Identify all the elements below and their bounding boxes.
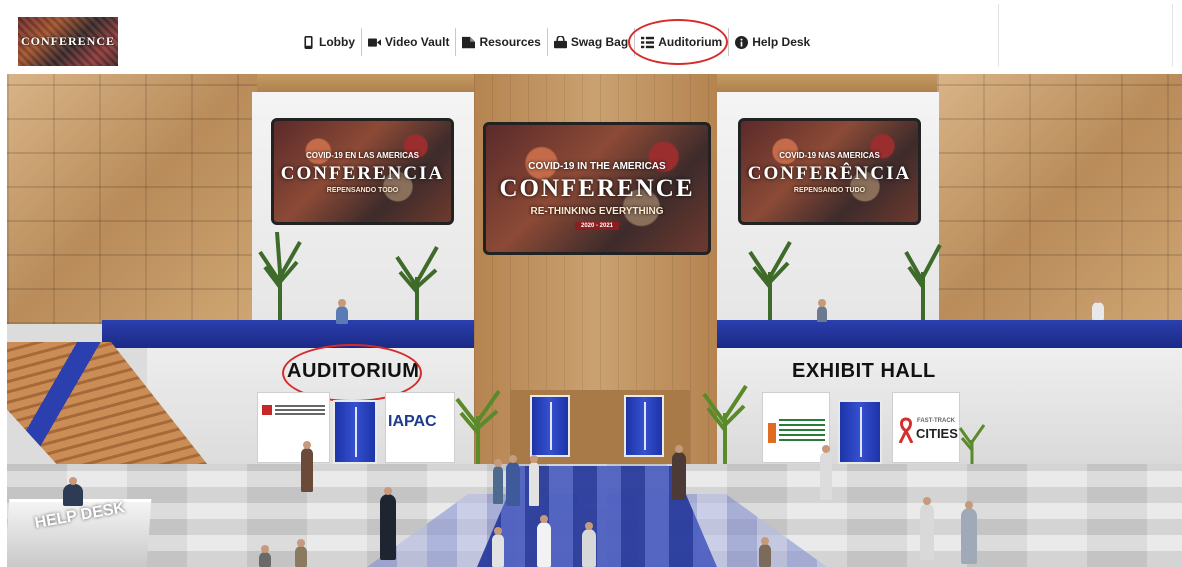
conference-logo[interactable]: CONFERENCE	[18, 17, 118, 66]
virtual-lobby-scene: COVID-19 EN LAS AMERICAS CONFERENCIA REP…	[7, 74, 1182, 567]
banner-text-lines	[275, 405, 325, 415]
auditorium-sign[interactable]: AUDITORIUM	[287, 360, 419, 383]
potted-plant-icon	[455, 389, 501, 465]
attendee-avatar	[380, 487, 396, 560]
potted-plant-icon	[958, 424, 986, 465]
shopping-bag-icon	[553, 35, 567, 48]
attendee-avatar	[295, 539, 307, 567]
potted-plant-icon	[904, 244, 942, 322]
list-icon	[641, 36, 655, 48]
mezzanine-railing-right	[717, 320, 1182, 348]
top-navigation-bar: CONFERENCE Lobby Video Vault Resources S…	[0, 0, 1182, 72]
wood-paneled-wall-right	[937, 74, 1182, 324]
file-folder-icon	[462, 36, 476, 48]
nav-label-lobby: Lobby	[319, 35, 355, 49]
exhibit-hall-entrance-door[interactable]	[838, 400, 882, 464]
topbar-divider	[998, 4, 999, 66]
screen-date: 2020 - 2021	[574, 222, 620, 230]
attendee-avatar	[493, 459, 503, 504]
university-logo-icon	[262, 405, 272, 415]
iapac-logo-text: IAPAC	[388, 413, 437, 430]
attendee-avatar	[920, 497, 934, 560]
university-banner-right	[762, 392, 830, 463]
auditorium-entrance-door[interactable]	[333, 400, 377, 464]
screen-spanish[interactable]: COVID-19 EN LAS AMERICAS CONFERENCIA REP…	[271, 118, 454, 225]
iapac-banner: IAPAC	[385, 392, 455, 463]
attendee-avatar	[336, 299, 348, 324]
screen-title: CONFERENCIA	[280, 163, 445, 184]
attendee-avatar	[506, 455, 520, 506]
attendee-avatar	[1092, 295, 1104, 320]
logo-wordmark: CONFERENCE	[20, 34, 115, 48]
elevator-door-right[interactable]	[624, 395, 664, 457]
screen-portuguese[interactable]: COVID-19 NAS AMERICAS CONFERÊNCIA REPENS…	[738, 118, 921, 225]
wood-paneled-wall-left	[7, 74, 257, 324]
attendee-avatar	[301, 441, 313, 492]
university-logo-icon	[768, 423, 776, 443]
main-nav: Lobby Video Vault Resources Swag Bag Aud…	[296, 19, 816, 65]
nav-label-help-desk: Help Desk	[752, 35, 811, 49]
cities-banner-small-text: FAST-TRACK	[917, 418, 955, 424]
info-circle-icon	[735, 35, 749, 49]
awareness-ribbon-icon	[898, 417, 914, 443]
attendee-avatar	[672, 445, 686, 500]
potted-plant-icon	[258, 232, 302, 322]
attendee-avatar	[492, 527, 504, 567]
attendee-avatar	[537, 515, 551, 567]
video-camera-icon	[368, 37, 381, 47]
screen-tagline: REPENSANDO TODO	[326, 187, 399, 194]
nav-label-auditorium: Auditorium	[658, 35, 723, 49]
attendee-avatar	[529, 455, 539, 506]
attendee-avatar	[817, 299, 827, 322]
elevator-door-left[interactable]	[530, 395, 570, 457]
university-banner-left	[257, 392, 330, 463]
nav-item-swag-bag[interactable]: Swag Bag	[548, 28, 634, 56]
screen-tagline: REPENSANDO TUDO	[793, 187, 866, 194]
attendee-avatar	[582, 522, 596, 567]
mezzanine-railing-left	[102, 320, 474, 348]
screen-subtitle: COVID-19 EN LAS AMERICAS	[305, 151, 420, 160]
attendee-avatar	[759, 537, 771, 567]
nav-label-resources: Resources	[479, 35, 541, 49]
nav-label-video-vault: Video Vault	[385, 35, 450, 49]
attendee-avatar	[259, 545, 271, 567]
banner-text-lines	[779, 419, 825, 443]
attendee-avatar	[820, 445, 832, 500]
potted-plant-icon	[702, 384, 748, 466]
nav-item-auditorium[interactable]: Auditorium	[628, 19, 729, 65]
screen-tagline: RE-THINKING EVERYTHING	[530, 206, 664, 217]
nav-item-help-desk[interactable]: Help Desk	[729, 28, 816, 56]
mobile-device-icon	[304, 35, 313, 49]
nav-item-resources[interactable]: Resources	[456, 28, 546, 56]
screen-subtitle: COVID-19 IN THE AMERICAS	[528, 161, 666, 172]
nav-item-video-vault[interactable]: Video Vault	[362, 28, 455, 56]
nav-label-swag-bag: Swag Bag	[570, 35, 629, 49]
fast-track-cities-banner: FAST-TRACK CITIES	[892, 392, 960, 463]
attendee-avatar	[961, 501, 977, 564]
screen-title: CONFERENCE	[499, 175, 695, 202]
screen-english[interactable]: COVID-19 IN THE AMERICAS CONFERENCE RE-T…	[483, 122, 711, 255]
cities-banner-text: CITIES	[916, 426, 958, 441]
potted-plant-icon	[395, 246, 439, 322]
nav-item-lobby[interactable]: Lobby	[296, 28, 361, 56]
help-desk-attendant-avatar	[63, 477, 83, 506]
exhibit-hall-sign[interactable]: EXHIBIT HALL	[792, 360, 936, 383]
topbar-divider	[1172, 4, 1173, 66]
screen-subtitle: COVID-19 NAS AMERICAS	[779, 151, 880, 160]
potted-plant-icon	[748, 241, 792, 322]
screen-title: CONFERÊNCIA	[747, 163, 912, 184]
